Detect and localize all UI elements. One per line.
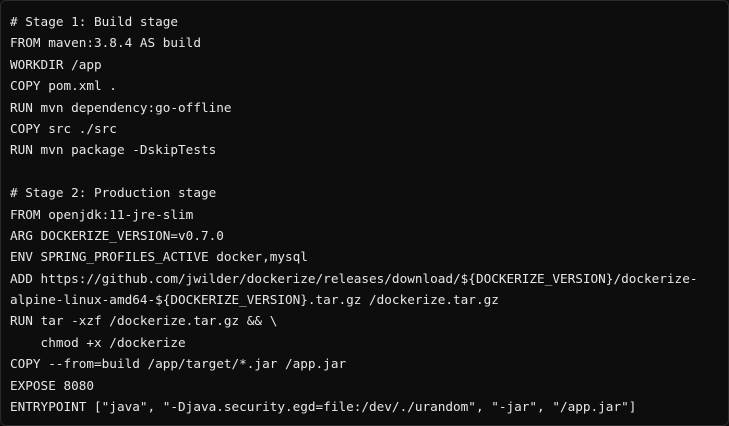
code-line: # Stage 1: Build stage bbox=[10, 14, 179, 29]
code-line: WORKDIR /app bbox=[10, 56, 102, 72]
code-line: RUN tar -xzf /dockerize.tar.gz && \ bbox=[10, 313, 278, 329]
code-line: COPY pom.xml . bbox=[10, 78, 117, 94]
code-line: ENTRYPOINT ["java", "-Djava.security.egd… bbox=[10, 399, 637, 415]
code-line: RUN mvn package -DskipTests bbox=[10, 142, 217, 158]
code-line: FROM maven:3.8.4 AS build bbox=[10, 35, 201, 51]
code-line: COPY src ./src bbox=[10, 120, 117, 136]
code-line: FROM openjdk:11-jre-slim bbox=[10, 206, 194, 222]
code-line: ADD https://github.com/jwilder/dockerize… bbox=[10, 270, 698, 286]
code-line: EXPOSE 8080 bbox=[10, 377, 95, 393]
code-line: ENV SPRING_PROFILES_ACTIVE docker,mysql bbox=[10, 249, 308, 265]
code-line: ARG DOCKERIZE_VERSION=v0.7.0 bbox=[10, 227, 224, 243]
code-line: COPY --from=build /app/target/*.jar /app… bbox=[10, 356, 347, 372]
code-line: RUN mvn dependency:go-offline bbox=[10, 99, 232, 115]
code-block: # Stage 1: Build stage FROM maven:3.8.4 … bbox=[0, 0, 729, 426]
code-line: alpine-linux-amd64-${DOCKERIZE_VERSION}.… bbox=[10, 292, 499, 308]
code-line: # Stage 2: Production stage bbox=[10, 185, 217, 201]
code-line: chmod +x /dockerize bbox=[10, 334, 186, 350]
